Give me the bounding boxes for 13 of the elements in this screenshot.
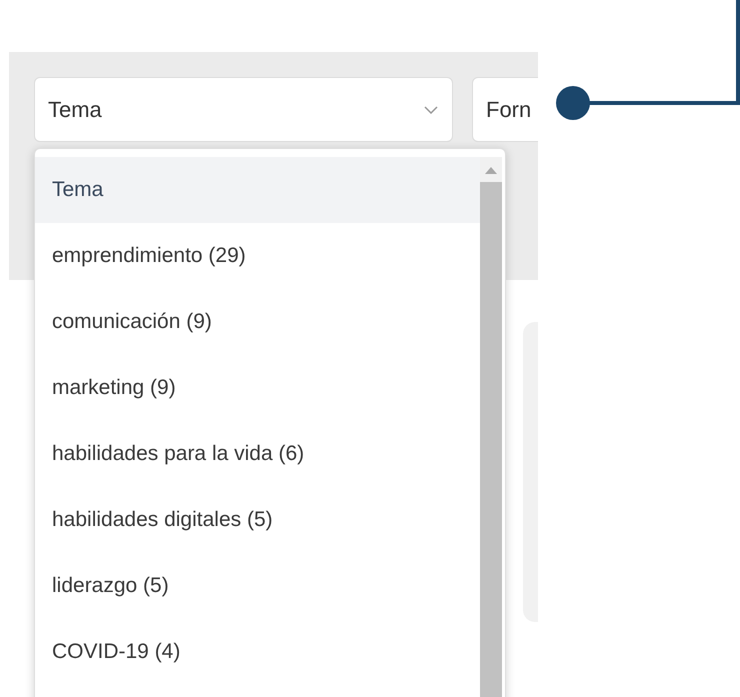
dropdown-option[interactable]: liderazgo (5) — [35, 553, 480, 619]
select-field[interactable]: Forn — [472, 77, 538, 142]
dropdown-option[interactable]: marketing (9) — [35, 355, 480, 421]
dropdown-option[interactable]: habilidades digitales (5) — [35, 487, 480, 553]
chevron-down-icon — [424, 106, 438, 114]
select-field[interactable]: Tema — [34, 77, 453, 142]
dropdown-option[interactable]: emprendimiento (29) — [35, 223, 480, 289]
dropdown-option[interactable]: Tema — [35, 157, 480, 223]
dropdown-option[interactable]: habilidades para la vida (6) — [35, 421, 480, 487]
scroll-up-icon[interactable] — [485, 167, 497, 174]
scrollbar[interactable] — [480, 157, 502, 697]
dropdown-option[interactable]: COVID-19 (4) — [35, 619, 480, 685]
dropdown-option[interactable]: comunicación (9) — [35, 289, 480, 355]
